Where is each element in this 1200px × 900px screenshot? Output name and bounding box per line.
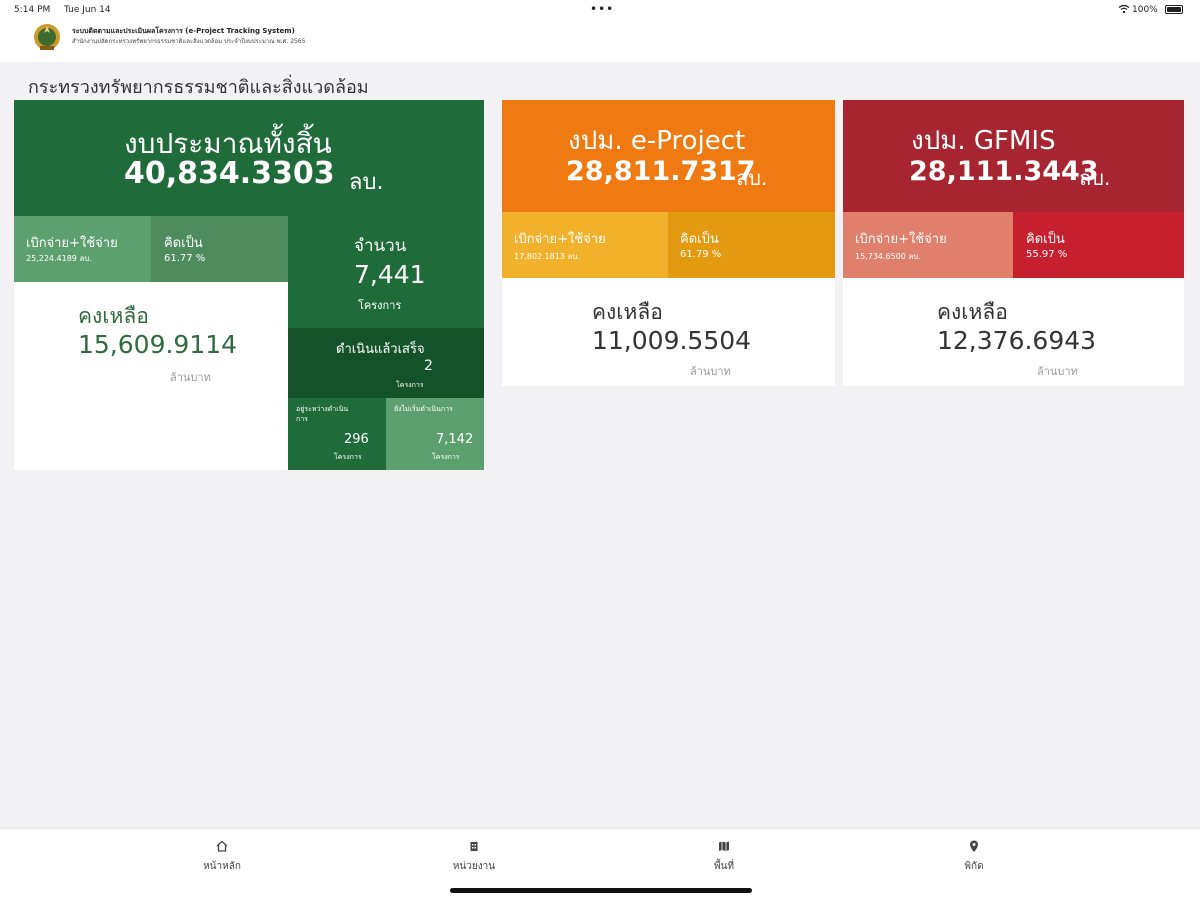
total-spend-value: 25,224.4189 ลบ. [26, 254, 92, 263]
eproject-heading: งปม. e-Project [568, 126, 746, 156]
projects-in-progress-value: 296 [344, 432, 369, 447]
gfmis-spend-value: 15,734.6500 ลบ. [855, 252, 921, 261]
wifi-icon [1118, 4, 1130, 14]
project-count-unit: โครงการ [358, 299, 402, 312]
total-budget-tile[interactable]: งบประมาณทั้งสิ้น 40,834.3303 ลบ. [14, 100, 484, 216]
app-subtitle: สำนักงานปลัดกระทรวงทรัพยากรธรรมชาติและสิ… [72, 38, 306, 45]
projects-completed-value: 2 [424, 358, 433, 374]
total-spend-tile[interactable]: เบิกจ่าย+ใช้จ่าย 25,224.4189 ลบ. [14, 216, 151, 282]
total-remaining-unit: ล้านบาท [170, 371, 211, 384]
projects-in-progress-tile[interactable]: อยู่ระหว่างดำเนินการ 296 โครงการ [288, 398, 386, 470]
tab-agency-label: หน่วยงาน [452, 861, 496, 872]
total-percent-tile[interactable]: คิดเป็น 61.77 % [151, 216, 288, 282]
project-count-label: จำนวน [354, 236, 407, 256]
gfmis-amount: 28,111.3443 [909, 156, 1099, 187]
total-spend-label: เบิกจ่าย+ใช้จ่าย [26, 236, 118, 251]
gfmis-budget-tile[interactable]: งปม. GFMIS 28,111.3443 ลบ. [843, 100, 1184, 212]
status-bar: 5:14 PM Tue Jun 14 ••• 100% [0, 0, 1200, 20]
project-count-tile[interactable]: จำนวน 7,441 โครงการ [288, 216, 484, 328]
tab-area-label: พื้นที่ [713, 861, 735, 872]
gfmis-remaining-unit: ล้านบาท [1037, 365, 1078, 378]
app-header: ระบบติดตามและประเมินผลโครงการ (e-Project… [0, 20, 1200, 62]
projects-not-started-value: 7,142 [436, 432, 474, 447]
project-count-value: 7,441 [354, 260, 426, 289]
projects-completed-tile[interactable]: ดำเนินแล้วเสร็จ 2 โครงการ [288, 328, 484, 398]
eproject-budget-tile[interactable]: งปม. e-Project 28,811.7317 ลบ. [502, 100, 835, 212]
tab-home[interactable]: หน้าหลัก [162, 839, 282, 874]
page-title: กระทรวงทรัพยากรธรรมชาติและสิ่งแวดล้อม [28, 77, 369, 98]
tab-location-label: พิกัด [964, 861, 984, 872]
projects-completed-label: ดำเนินแล้วเสร็จ [336, 342, 425, 357]
tab-home-label: หน้าหลัก [203, 861, 241, 872]
multitask-dots-icon[interactable]: ••• [590, 2, 614, 16]
projects-not-started-unit: โครงการ [432, 453, 460, 461]
total-percent-label: คิดเป็น [164, 236, 203, 251]
battery-icon [1165, 5, 1183, 14]
gfmis-percent-tile[interactable]: คิดเป็น 55.97 % [1013, 212, 1184, 278]
total-remaining-tile[interactable]: คงเหลือ 15,609.9114 ล้านบาท [14, 282, 288, 470]
eproject-spend-value: 17,802.1813 ลบ. [514, 252, 580, 261]
projects-not-started-tile[interactable]: ยังไม่เริ่มดำเนินการ 7,142 โครงการ [386, 398, 484, 470]
home-icon [216, 840, 228, 852]
gfmis-remaining-tile[interactable]: คงเหลือ 12,376.6943 ล้านบาท [843, 278, 1184, 386]
total-remaining-value: 15,609.9114 [78, 330, 238, 359]
eproject-unit: ลบ. [736, 166, 768, 190]
eproject-remaining-value: 11,009.5504 [592, 326, 752, 355]
agency-logo-icon [34, 24, 60, 50]
projects-in-progress-label: อยู่ระหว่างดำเนินการ [296, 405, 349, 423]
location-pin-icon [970, 840, 978, 852]
projects-not-started-label: ยังไม่เริ่มดำเนินการ [394, 405, 453, 413]
eproject-spend-tile[interactable]: เบิกจ่าย+ใช้จ่าย 17,802.1813 ลบ. [502, 212, 668, 278]
gfmis-remaining-value: 12,376.6943 [937, 326, 1097, 355]
eproject-remaining-unit: ล้านบาท [690, 365, 731, 378]
building-icon [470, 842, 478, 851]
total-percent-value: 61.77 % [164, 253, 206, 264]
tab-area[interactable]: พื้นที่ [664, 839, 784, 874]
battery-percent: 100% [1132, 5, 1158, 15]
eproject-amount: 28,811.7317 [566, 156, 756, 187]
projects-completed-unit: โครงการ [396, 381, 424, 389]
gfmis-spend-label: เบิกจ่าย+ใช้จ่าย [855, 232, 947, 247]
gfmis-remaining-label: คงเหลือ [937, 300, 1008, 324]
gfmis-percent-label: คิดเป็น [1026, 232, 1065, 247]
tab-location[interactable]: พิกัด [914, 839, 1034, 874]
gfmis-spend-tile[interactable]: เบิกจ่าย+ใช้จ่าย 15,734.6500 ลบ. [843, 212, 1013, 278]
eproject-remaining-tile[interactable]: คงเหลือ 11,009.5504 ล้านบาท [502, 278, 835, 386]
home-indicator[interactable] [450, 888, 752, 893]
gfmis-unit: ลบ. [1079, 166, 1111, 190]
total-budget-unit: ลบ. [349, 170, 384, 195]
tab-agency[interactable]: หน่วยงาน [414, 839, 534, 874]
gfmis-heading: งปม. GFMIS [911, 126, 1056, 156]
gfmis-percent-value: 55.97 % [1026, 249, 1068, 260]
projects-in-progress-unit: โครงการ [334, 453, 362, 461]
eproject-spend-label: เบิกจ่าย+ใช้จ่าย [514, 232, 606, 247]
status-time: 5:14 PM [14, 5, 51, 15]
map-icon [719, 841, 729, 851]
eproject-percent-label: คิดเป็น [680, 232, 719, 247]
status-date: Tue Jun 14 [64, 5, 111, 15]
eproject-percent-tile[interactable]: คิดเป็น 61.79 % [668, 212, 835, 278]
total-remaining-label: คงเหลือ [78, 304, 149, 328]
total-budget-amount: 40,834.3303 [124, 156, 335, 191]
eproject-percent-value: 61.79 % [680, 249, 722, 260]
eproject-remaining-label: คงเหลือ [592, 300, 663, 324]
